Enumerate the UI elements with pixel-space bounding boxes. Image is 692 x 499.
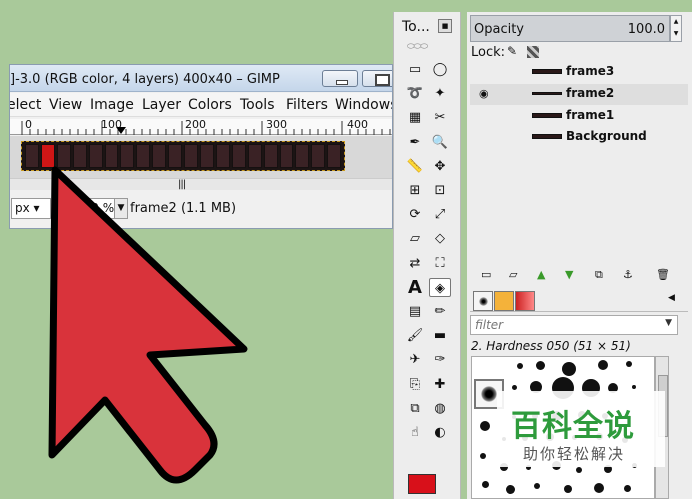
red-pointer-arrow-icon	[48, 166, 248, 484]
